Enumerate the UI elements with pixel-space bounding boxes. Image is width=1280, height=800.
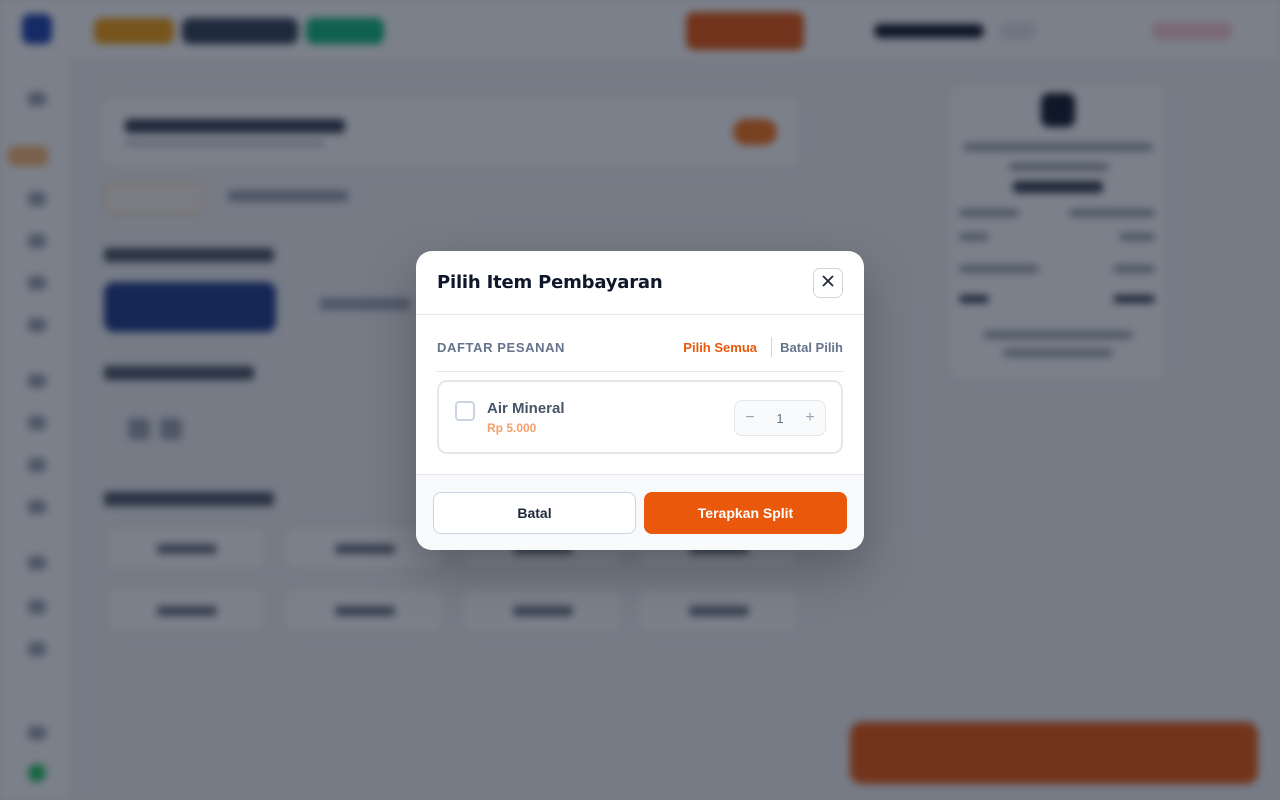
item-checkbox[interactable] (455, 401, 475, 421)
header-divider (771, 337, 772, 357)
order-list-label: DAFTAR PESANAN (437, 340, 566, 355)
order-list-header: DAFTAR PESANAN Pilih Semua Batal Pilih (437, 315, 843, 372)
decrease-button[interactable]: − (735, 401, 765, 435)
close-icon (822, 274, 834, 292)
split-payment-modal: Pilih Item Pembayaran DAFTAR PESANAN Pil… (416, 251, 864, 550)
order-item[interactable]: Air Mineral Rp 5.000 − 1 + (437, 380, 843, 454)
apply-split-button[interactable]: Terapkan Split (644, 492, 847, 534)
modal-header: Pilih Item Pembayaran (416, 251, 864, 315)
cancel-button[interactable]: Batal (433, 492, 636, 534)
select-all-link[interactable]: Pilih Semua (683, 340, 757, 355)
quantity-stepper: − 1 + (734, 400, 826, 436)
modal-title: Pilih Item Pembayaran (437, 272, 663, 293)
increase-button[interactable]: + (795, 401, 825, 435)
item-price: Rp 5.000 (487, 421, 537, 435)
modal-footer: Batal Terapkan Split (416, 474, 864, 550)
quantity-value: 1 (776, 410, 784, 426)
close-button[interactable] (813, 268, 843, 298)
item-name: Air Mineral (487, 400, 565, 417)
deselect-all-link[interactable]: Batal Pilih (780, 340, 843, 355)
